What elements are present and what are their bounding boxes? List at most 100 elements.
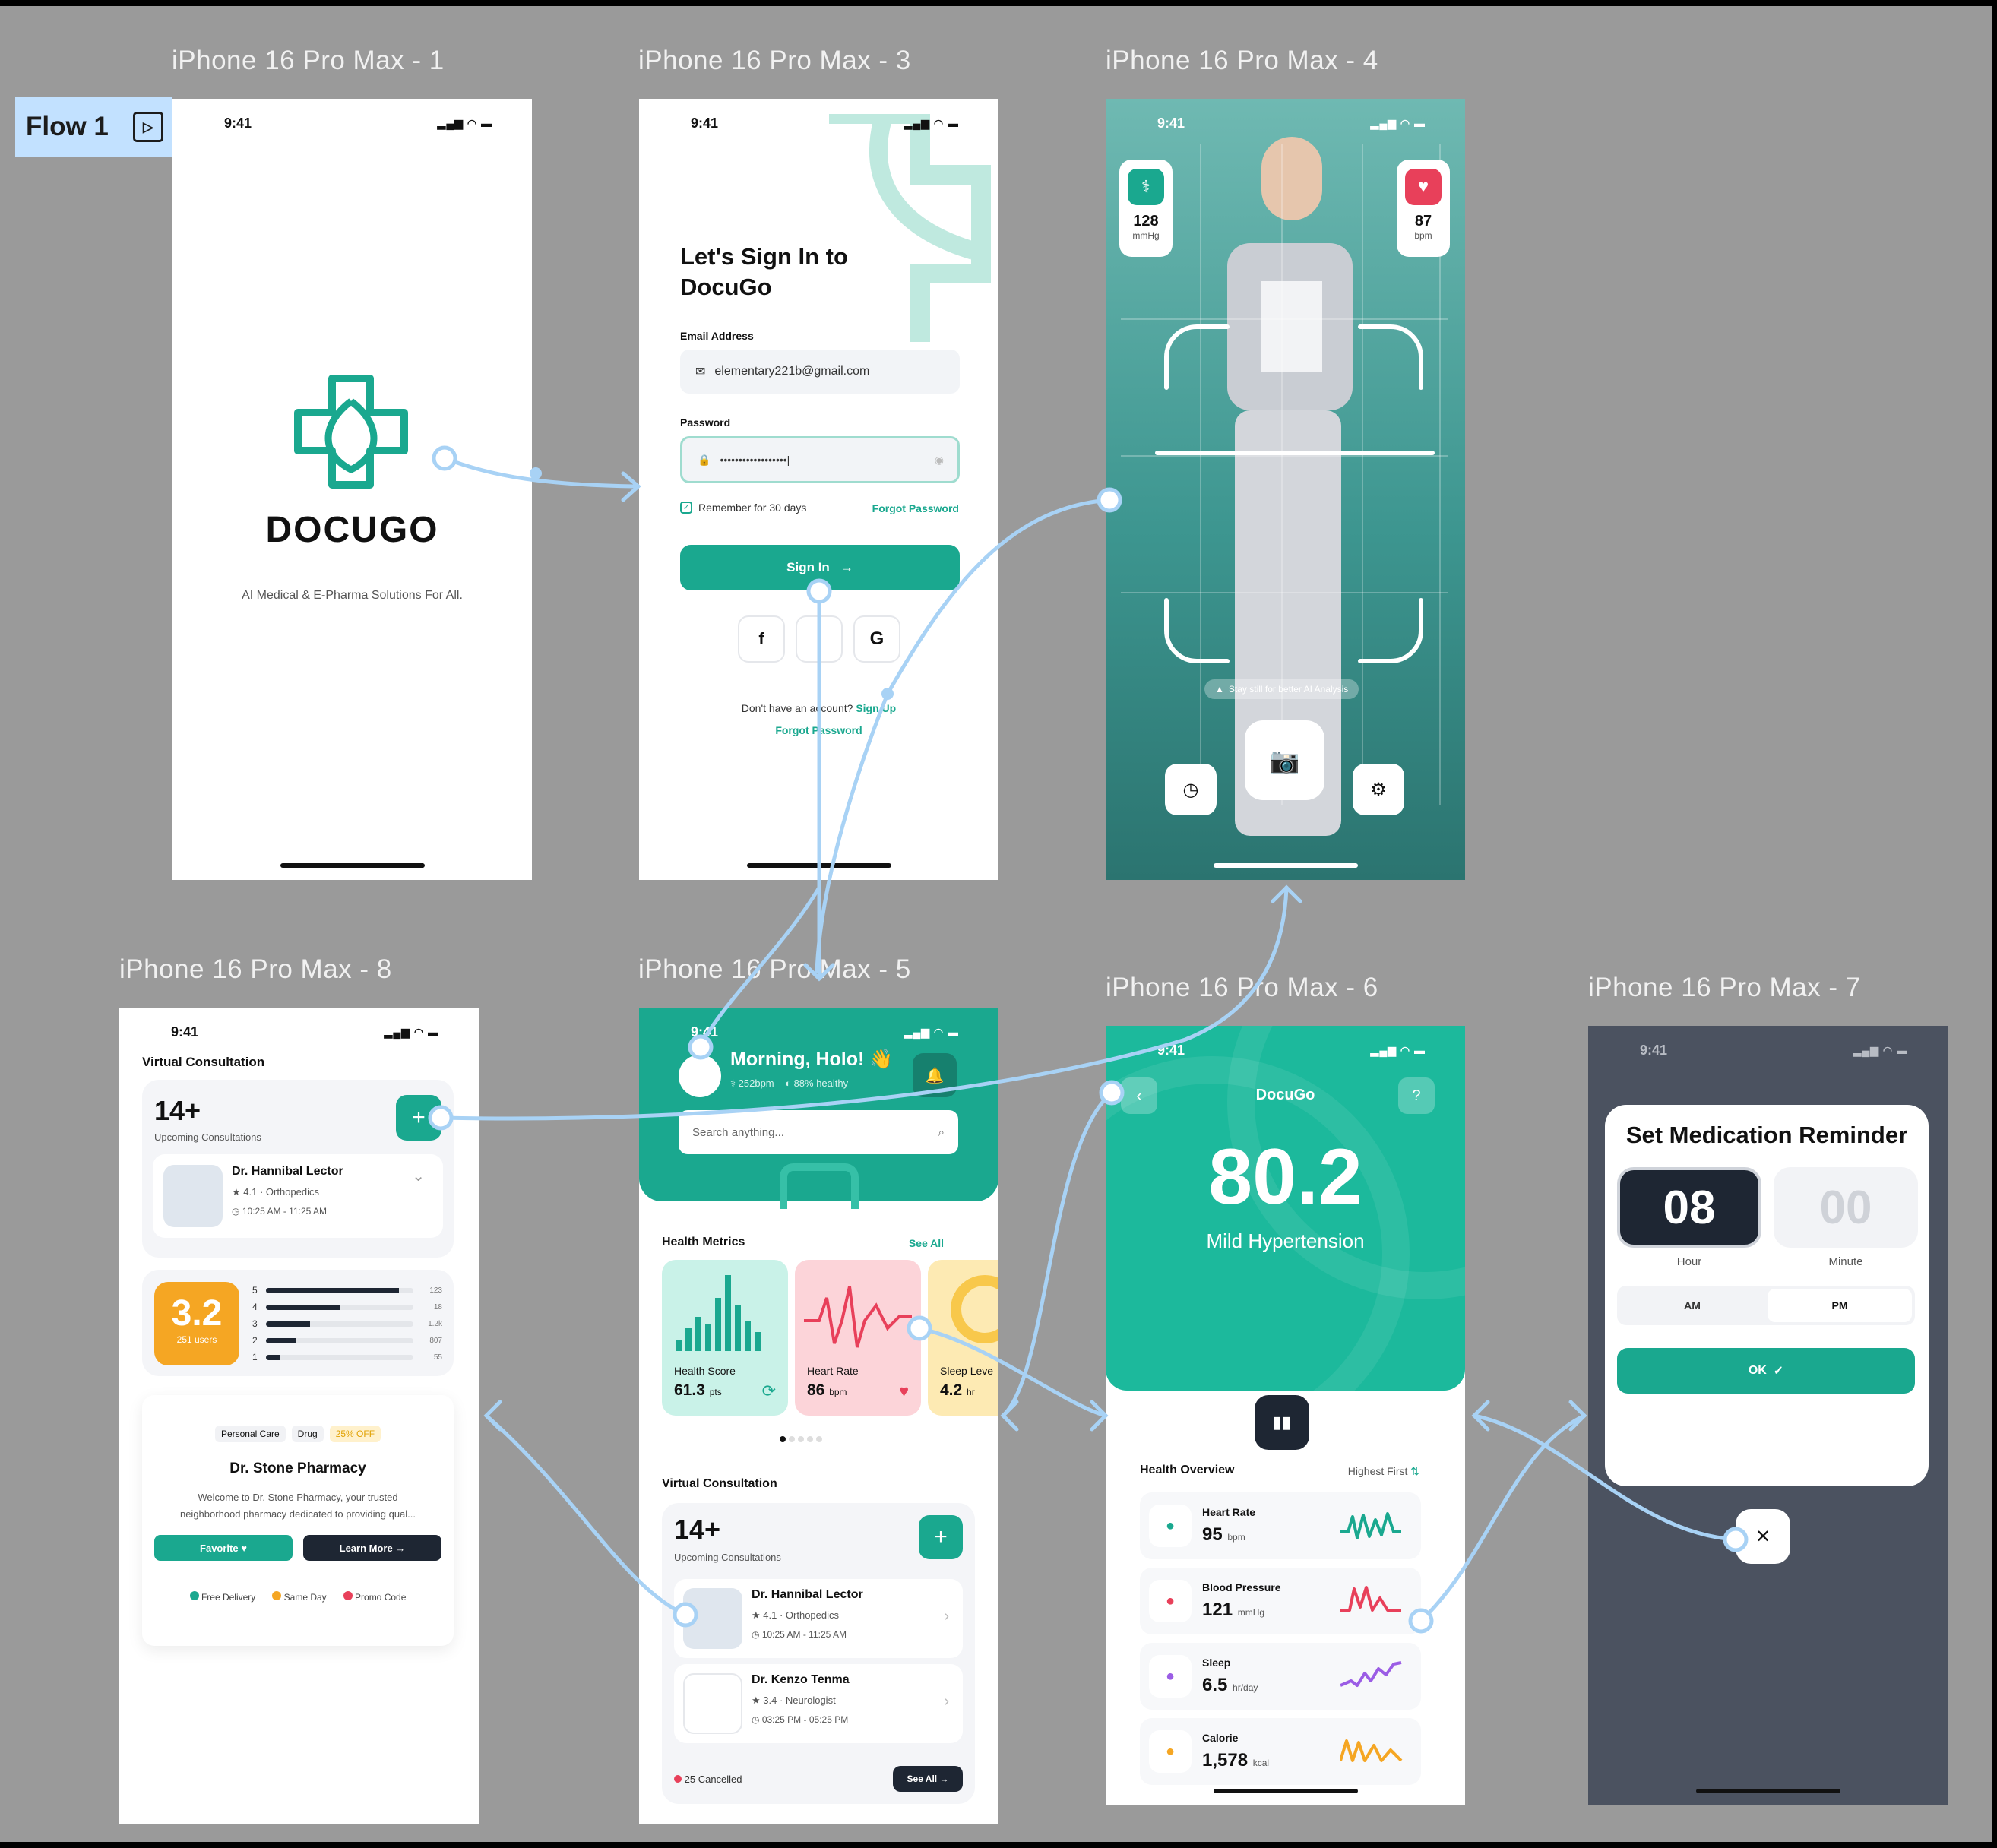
play-icon[interactable]: ▷ [132, 112, 163, 142]
warning-icon: ▲ [1215, 684, 1224, 695]
search-icon[interactable]: ⌕ [938, 1126, 945, 1139]
sign-in-label: Sign In [786, 560, 830, 574]
feature-same-day: Same Day [272, 1591, 327, 1603]
frame-title-5[interactable]: iPhone 16 Pro Max - 5 [638, 954, 911, 985]
hour-picker[interactable]: 08 [1617, 1167, 1761, 1248]
add-consultation-button[interactable]: + [919, 1515, 963, 1559]
carousel-dots[interactable] [780, 1436, 822, 1442]
frame-body-scan[interactable]: 9:41 ▂▄▆ ◠ ▬ ⚕ 128 mmHg ♥ 87 bpm ▲ Stay st… [1106, 99, 1465, 880]
overview-number: 95 [1202, 1524, 1223, 1545]
eye-icon[interactable]: ◉ [935, 454, 944, 467]
apple-login-button[interactable] [796, 615, 843, 663]
pharmacy-desc-line-2: neighborhood pharmacy dedicated to provi… [179, 1508, 416, 1520]
rating-bar-fill [266, 1287, 399, 1293]
metric-unit: bpm [829, 1387, 847, 1397]
forgot-password-link-2[interactable]: Forgot Password [639, 724, 998, 736]
metric-value: 4.2 hr [940, 1381, 975, 1400]
minute-picker[interactable]: 00 [1774, 1167, 1918, 1248]
sign-up-link[interactable]: Sign Up [856, 702, 896, 714]
doctor-rating: 3.4 [763, 1695, 777, 1706]
doctor-meta: ★ 4.1 · Orthopedics [752, 1609, 840, 1621]
overview-item[interactable]: ● Blood Pressure 121 mmHg [1140, 1568, 1421, 1634]
remember-checkbox[interactable]: ✓ Remember for 30 days [680, 502, 806, 514]
flow-starting-point[interactable]: Flow 1 ▷ [15, 97, 172, 157]
frame-title-4[interactable]: iPhone 16 Pro Max - 4 [1106, 46, 1378, 76]
frame-home[interactable]: 9:41 ▂▄▆ ◠ ▬ Morning, Holo! 👋 ⚕ 252bpm ◐ … [639, 1008, 998, 1824]
doctor-row[interactable]: Dr. Kenzo Tenma ★ 3.4 · Neurologist ◷ 03:2… [674, 1664, 963, 1743]
add-consultation-button[interactable]: + [396, 1095, 441, 1141]
user-avatar[interactable] [679, 1055, 721, 1097]
overview-label: Heart Rate [1202, 1506, 1256, 1518]
frame-consultation-detail[interactable]: 9:41 ▂▄▆ ◠ ▬ Virtual Consultation 14+ Upc… [119, 1008, 479, 1824]
password-field[interactable]: 🔒 ••••••••••••••••••| ◉ [680, 436, 960, 483]
doctor-time-value: 03:25 PM - 05:25 PM [761, 1714, 849, 1725]
overview-sparkline [1340, 1586, 1401, 1612]
doctor-meta: ★ 4.1 · Orthopedics [232, 1186, 320, 1198]
overview-item[interactable]: ● Calorie 1,578 kcal [1140, 1718, 1421, 1785]
learn-more-label: Learn More [339, 1542, 393, 1554]
pharmacy-tags: Personal Care Drug 25% OFF [142, 1426, 454, 1442]
doctor-row[interactable]: Dr. Hannibal Lector ★ 4.1 · Orthopedics … [153, 1154, 443, 1238]
overview-item[interactable]: ● Sleep 6.5 hr/day [1140, 1643, 1421, 1710]
sort-label: Highest First [1347, 1465, 1408, 1477]
see-all-button[interactable]: See All → [893, 1766, 963, 1792]
frame-medication-reminder[interactable]: 9:41 ▂▄▆ ◠ ▬ Set Medication Reminder 08 0… [1588, 1026, 1948, 1805]
hr-unit: bpm [1414, 230, 1432, 241]
frame-sign-in[interactable]: 9:41 ▂▄▆ ◠ ▬ Let's Sign In to DocuGo Emai… [639, 99, 998, 880]
metric-label: Sleep Leve [940, 1365, 994, 1377]
frame-title-3[interactable]: iPhone 16 Pro Max - 3 [638, 46, 911, 76]
flow-label: Flow 1 [26, 112, 109, 141]
help-button[interactable]: ? [1398, 1077, 1435, 1114]
rating-bar-track [266, 1337, 413, 1343]
settings-button[interactable]: ⚙ [1353, 764, 1404, 815]
overview-sparkline [1340, 1512, 1401, 1539]
frame-title-1[interactable]: iPhone 16 Pro Max - 1 [172, 46, 445, 76]
overview-item[interactable]: ● Heart Rate 95 bpm [1140, 1492, 1421, 1559]
rating-bar-track [266, 1354, 413, 1360]
status-time: 9:41 [1157, 115, 1185, 131]
chevron-down-icon[interactable]: ⌄ [412, 1166, 425, 1185]
count-label: Upcoming Consultations [154, 1131, 261, 1143]
status-icons: ▂▄▆ ◠ ▬ [1370, 1043, 1426, 1056]
chart-toggle-button[interactable]: ▮▮ [1255, 1395, 1309, 1450]
pharmacy-description: Welcome to Dr. Stone Pharmacy, your trus… [142, 1489, 454, 1523]
sign-in-button[interactable]: Sign In → [680, 545, 960, 590]
google-login-button[interactable]: G [853, 615, 900, 663]
pm-option[interactable]: PM [1768, 1289, 1912, 1322]
doctor-avatar [683, 1588, 742, 1649]
frame-title-8[interactable]: iPhone 16 Pro Max - 8 [119, 954, 392, 985]
search-input[interactable]: Search anything... ⌕ [679, 1110, 958, 1154]
close-button[interactable]: ✕ [1736, 1509, 1790, 1564]
ok-button[interactable]: OK ✓ [1617, 1348, 1915, 1394]
email-field[interactable]: ✉ elementary221b@gmail.com [680, 350, 960, 394]
metric-heart-rate[interactable]: Heart Rate 86 bpm ♥ [795, 1260, 921, 1416]
sign-in-heading: Let's Sign In to DocuGo [680, 242, 848, 302]
metric-sleep[interactable]: Sleep Leve 4.2 hr [928, 1260, 998, 1416]
overview-value: 1,578 kcal [1202, 1750, 1269, 1771]
facebook-login-button[interactable]: f [738, 615, 785, 663]
frame-splash[interactable]: 9:41 ▂▄▆ ◠ ▬ DOCUGO AI Medical & E-Pharma… [172, 99, 532, 880]
plus-icon: + [934, 1524, 948, 1549]
notification-button[interactable]: 🔔 [913, 1053, 957, 1097]
frame-title-7[interactable]: iPhone 16 Pro Max - 7 [1588, 973, 1861, 1003]
sliders-icon: ⇅ [1410, 1465, 1419, 1477]
am-option[interactable]: AM [1620, 1289, 1764, 1322]
gear-icon: ⚙ [1370, 779, 1387, 800]
google-icon: G [869, 628, 885, 649]
doctor-row[interactable]: Dr. Hannibal Lector ★ 4.1 · Orthopedics ◷ … [674, 1579, 963, 1658]
moon-icon [951, 1275, 998, 1343]
rating-bar-fill [266, 1337, 296, 1343]
frame-title-6[interactable]: iPhone 16 Pro Max - 6 [1106, 973, 1378, 1003]
capture-button[interactable]: 📷 [1245, 720, 1324, 800]
metrics-see-all[interactable]: See All [909, 1237, 944, 1249]
history-button[interactable]: ◷ [1165, 764, 1217, 815]
frame-health-overview[interactable]: 9:41 ▂▄▆ ◠ ▬ ‹ DocuGo ? 80.2 Mild Hyperte… [1106, 1026, 1465, 1805]
see-all-label: See All [907, 1774, 938, 1784]
consultation-card: 14+ Upcoming Consultations + Dr. Hanniba… [142, 1080, 454, 1258]
learn-more-button[interactable]: Learn More → [303, 1535, 441, 1561]
metric-health-score[interactable]: Health Score 61.3 pts ⟳ [662, 1260, 788, 1416]
sort-dropdown[interactable]: Highest First ⇅ [1348, 1465, 1419, 1478]
favorite-button[interactable]: Favorite ♥ [154, 1535, 293, 1561]
cancelled-count: 25 Cancelled [674, 1774, 742, 1785]
forgot-password-link[interactable]: Forgot Password [872, 502, 959, 514]
